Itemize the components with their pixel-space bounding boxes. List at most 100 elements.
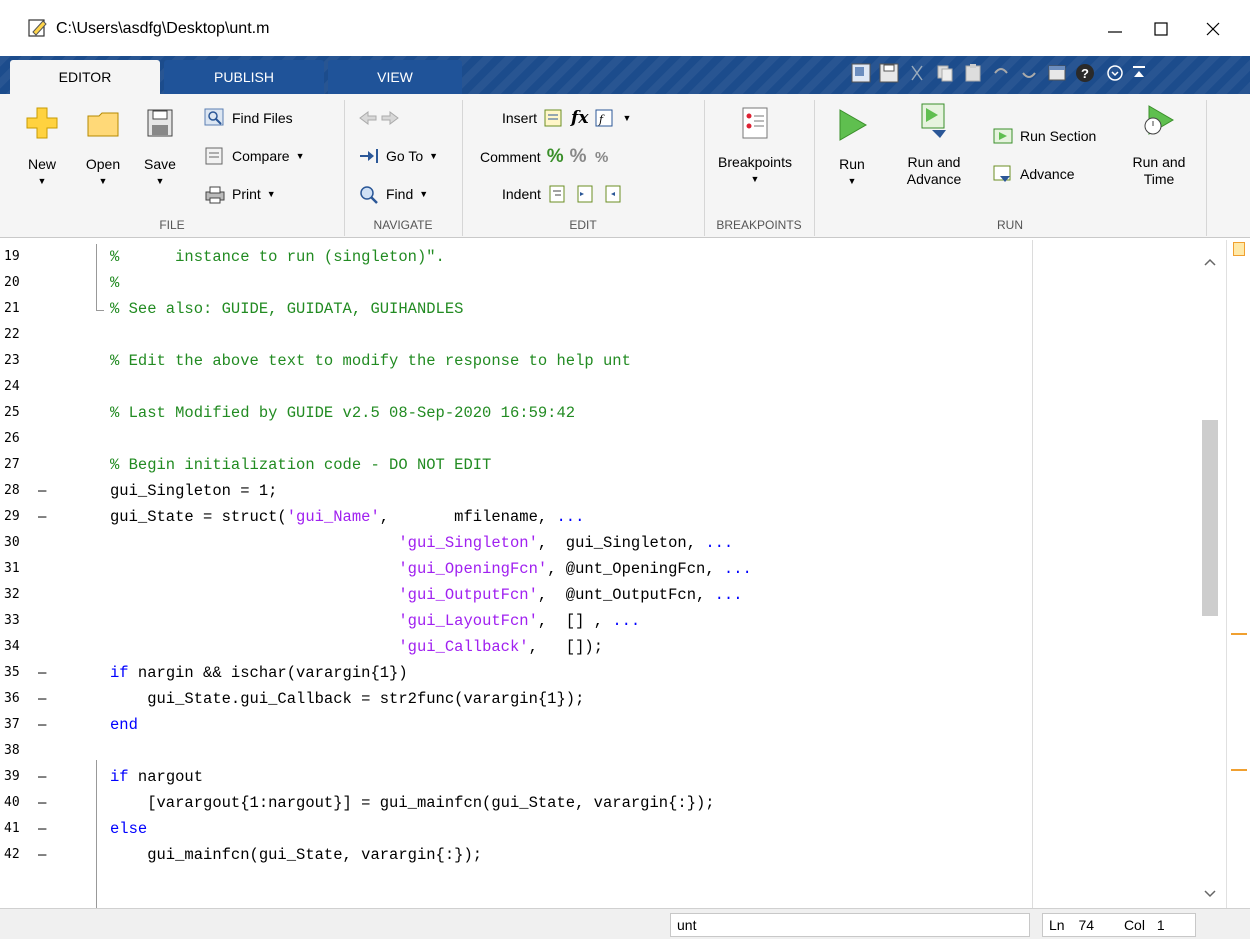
code-line[interactable]: % See also: GUIDE, GUIDATA, GUIHANDLES: [110, 296, 463, 322]
code-line[interactable]: [varargout{1:nargout}] = gui_mainfcn(gui…: [110, 790, 714, 816]
tab-publish[interactable]: PUBLISH: [164, 60, 324, 94]
cut-icon[interactable]: [906, 62, 928, 84]
line-number[interactable]: 37: [4, 712, 20, 738]
scroll-down-icon[interactable]: [1204, 890, 1216, 898]
tab-editor[interactable]: EDITOR: [10, 60, 160, 94]
help-icon[interactable]: ?: [1074, 62, 1096, 84]
breakpoint-dash[interactable]: —: [38, 842, 46, 868]
scrollbar-thumb[interactable]: [1202, 420, 1218, 616]
favorite-icon[interactable]: [850, 62, 872, 84]
breakpoint-dash[interactable]: —: [38, 764, 46, 790]
line-number[interactable]: 20: [4, 270, 20, 296]
print-button[interactable]: Print ▼: [204, 184, 276, 204]
vertical-scrollbar[interactable]: [1196, 240, 1226, 908]
find-button[interactable]: Find ▼: [358, 184, 428, 204]
run-and-time-button[interactable]: Run and Time: [1124, 102, 1194, 188]
insert-function-icon[interactable]: fx: [571, 108, 588, 128]
line-number[interactable]: 27: [4, 452, 20, 478]
line-number[interactable]: 24: [4, 374, 20, 400]
code-line[interactable]: else: [110, 816, 147, 842]
line-number[interactable]: 29: [4, 504, 20, 530]
line-number[interactable]: 23: [4, 348, 20, 374]
code-line[interactable]: gui_Singleton = 1;: [110, 478, 277, 504]
run-section-button[interactable]: Run Section: [992, 126, 1096, 146]
code-line[interactable]: % Edit the above text to modify the resp…: [110, 348, 631, 374]
code-line[interactable]: gui_State.gui_Callback = str2func(vararg…: [110, 686, 584, 712]
run-and-advance-button[interactable]: Run and Advance: [898, 102, 970, 188]
line-number[interactable]: 21: [4, 296, 20, 322]
code-line[interactable]: end: [110, 712, 138, 738]
code-line[interactable]: gui_State = struct('gui_Name', mfilename…: [110, 504, 584, 530]
line-number[interactable]: 41: [4, 816, 20, 842]
breakpoint-dash[interactable]: —: [38, 790, 46, 816]
run-button[interactable]: Run ▼: [828, 106, 876, 190]
code-line[interactable]: 'gui_Singleton', gui_Singleton, ...: [110, 530, 733, 556]
save-button[interactable]: Save ▼: [138, 104, 182, 190]
uncomment-icon[interactable]: %: [570, 146, 587, 168]
line-number[interactable]: 19: [4, 244, 20, 270]
line-number[interactable]: 38: [4, 738, 20, 764]
window-icon[interactable]: [1046, 62, 1068, 84]
code-line[interactable]: % Last Modified by GUIDE v2.5 08-Sep-202…: [110, 400, 575, 426]
line-number[interactable]: 28: [4, 478, 20, 504]
code-line[interactable]: if nargin && ischar(varargin{1}): [110, 660, 408, 686]
code-line[interactable]: gui_mainfcn(gui_State, varargin{:});: [110, 842, 482, 868]
redo-icon[interactable]: [1018, 62, 1040, 84]
message-indicator-bar[interactable]: [1226, 240, 1250, 908]
code-line[interactable]: 'gui_Callback', []);: [110, 634, 603, 660]
goto-button[interactable]: Go To ▼: [358, 146, 438, 166]
save-icon[interactable]: [878, 62, 900, 84]
breakpoints-button[interactable]: Breakpoints ▼: [712, 106, 798, 188]
open-button[interactable]: Open ▼: [80, 104, 126, 190]
line-number[interactable]: 35: [4, 660, 20, 686]
undo-icon[interactable]: [990, 62, 1012, 84]
find-files-button[interactable]: Find Files: [204, 108, 293, 128]
smart-indent-icon[interactable]: [547, 184, 569, 204]
line-number[interactable]: 22: [4, 322, 20, 348]
line-number[interactable]: 36: [4, 686, 20, 712]
scroll-up-icon[interactable]: [1204, 258, 1216, 266]
paste-icon[interactable]: [962, 62, 984, 84]
insert-caret-icon[interactable]: ▼: [622, 113, 631, 123]
breakpoint-dash[interactable]: —: [38, 816, 46, 842]
breakpoint-dash[interactable]: —: [38, 478, 46, 504]
line-number[interactable]: 32: [4, 582, 20, 608]
breakpoint-dash[interactable]: —: [38, 504, 46, 530]
wrap-comments-icon[interactable]: %: [593, 147, 615, 167]
code-line[interactable]: % instance to run (singleton)".: [110, 244, 445, 270]
warning-marker[interactable]: [1231, 769, 1247, 771]
maximize-button[interactable]: [1138, 12, 1184, 46]
advance-button[interactable]: Advance: [992, 164, 1074, 184]
decrease-indent-icon[interactable]: [603, 184, 625, 204]
tab-view[interactable]: VIEW: [328, 60, 462, 94]
breakpoint-dash[interactable]: —: [38, 660, 46, 686]
insert-section-icon[interactable]: [543, 108, 565, 128]
comment-icon[interactable]: %: [547, 146, 564, 168]
code-editor[interactable]: 19 20 21 22 23 24 25 26 27 28 — 29 — 30 31 32 33 34 35 — 36 —…: [0, 240, 1250, 908]
code-line[interactable]: 'gui_LayoutFcn', [] , ...: [110, 608, 640, 634]
code-line[interactable]: if nargout: [110, 764, 203, 790]
expand-icon[interactable]: [1104, 62, 1126, 84]
copy-icon[interactable]: [934, 62, 956, 84]
insert-fi-icon[interactable]: f: [594, 108, 616, 128]
compare-button[interactable]: Compare ▼: [204, 146, 305, 166]
breakpoint-dash[interactable]: —: [38, 712, 46, 738]
code-line[interactable]: % Begin initialization code - DO NOT EDI…: [110, 452, 491, 478]
line-number[interactable]: 30: [4, 530, 20, 556]
line-number[interactable]: 25: [4, 400, 20, 426]
back-forward-buttons[interactable]: [358, 108, 400, 128]
code-line[interactable]: 'gui_OpeningFcn', @unt_OpeningFcn, ...: [110, 556, 751, 582]
line-number[interactable]: 33: [4, 608, 20, 634]
breakpoint-dash[interactable]: —: [38, 686, 46, 712]
increase-indent-icon[interactable]: [575, 184, 597, 204]
code-line[interactable]: 'gui_OutputFcn', @unt_OutputFcn, ...: [110, 582, 742, 608]
collapse-ribbon-icon[interactable]: [1128, 62, 1150, 84]
line-number[interactable]: 31: [4, 556, 20, 582]
line-number[interactable]: 26: [4, 426, 20, 452]
close-button[interactable]: [1190, 12, 1236, 46]
new-button[interactable]: New ▼: [22, 104, 62, 190]
warning-marker[interactable]: [1231, 633, 1247, 635]
line-number[interactable]: 39: [4, 764, 20, 790]
code-line[interactable]: %: [110, 270, 119, 296]
minimize-button[interactable]: [1092, 12, 1138, 46]
